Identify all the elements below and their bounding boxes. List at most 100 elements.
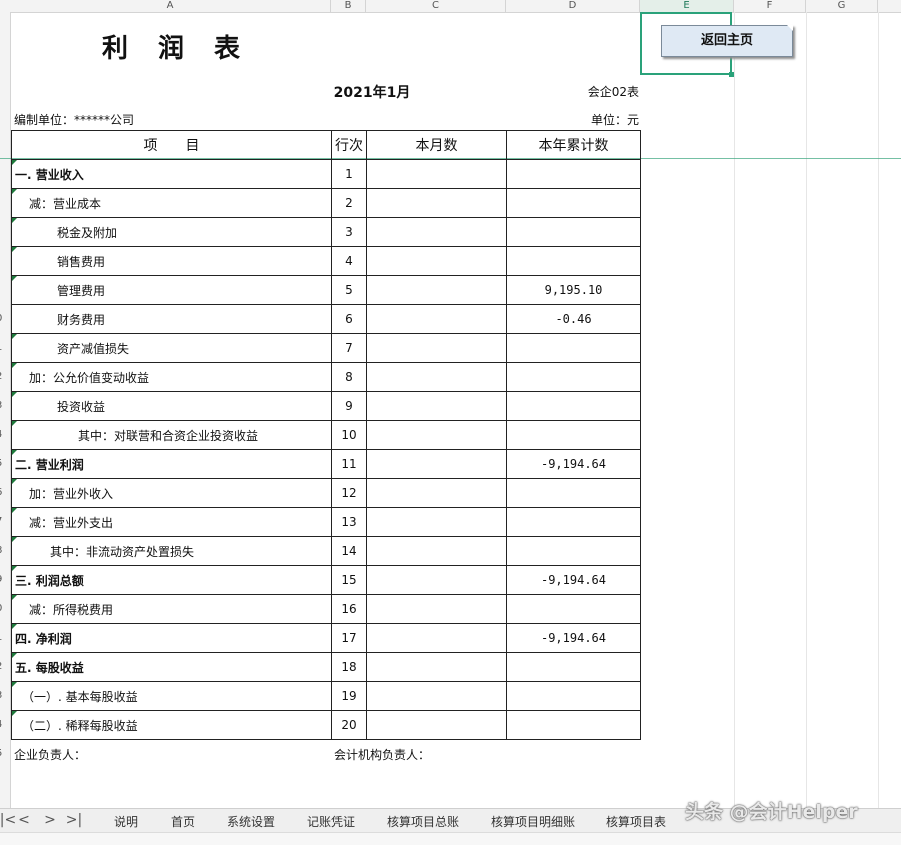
row-number[interactable]: 4 xyxy=(0,719,8,730)
row-number[interactable]: 3 xyxy=(0,690,8,701)
month-amount-cell[interactable] xyxy=(366,362,507,392)
item-cell[interactable]: 五. 每股收益 xyxy=(11,652,332,682)
line-cell[interactable]: 4 xyxy=(331,246,367,276)
month-amount-cell[interactable] xyxy=(366,159,507,189)
ytd-amount-cell[interactable] xyxy=(506,420,641,450)
ytd-amount-cell[interactable]: -9,194.64 xyxy=(506,565,641,595)
header-year-to-date[interactable]: 本年累计数 xyxy=(506,130,641,160)
line-cell[interactable]: 19 xyxy=(331,681,367,711)
month-amount-cell[interactable] xyxy=(366,391,507,421)
row-number[interactable]: 1 xyxy=(0,342,8,353)
ytd-amount-cell[interactable]: 9,195.10 xyxy=(506,275,641,305)
month-amount-cell[interactable] xyxy=(366,449,507,479)
item-cell[interactable]: 其中：非流动资产处置损失 xyxy=(11,536,332,566)
fill-handle[interactable] xyxy=(729,72,734,77)
next-sheet-arrow-icon[interactable]: > xyxy=(40,812,60,828)
row-number[interactable]: 5 xyxy=(0,458,8,469)
row-number[interactable]: 8 xyxy=(0,545,8,556)
ytd-amount-cell[interactable] xyxy=(506,188,641,218)
ytd-amount-cell[interactable] xyxy=(506,217,641,247)
item-cell[interactable]: 三. 利润总额 xyxy=(11,565,332,595)
item-cell[interactable]: 一. 营业收入 xyxy=(11,159,332,189)
month-amount-cell[interactable] xyxy=(366,275,507,305)
month-amount-cell[interactable] xyxy=(366,652,507,682)
item-cell[interactable]: 税金及附加 xyxy=(11,217,332,247)
line-cell[interactable]: 10 xyxy=(331,420,367,450)
line-cell[interactable]: 9 xyxy=(331,391,367,421)
last-sheet-arrow-icon[interactable]: >| xyxy=(64,812,84,828)
row-number[interactable]: 3 xyxy=(0,400,8,411)
sheet-tab-home[interactable]: 首页 xyxy=(171,813,195,830)
item-cell[interactable]: 资产减值损失 xyxy=(11,333,332,363)
month-amount-cell[interactable] xyxy=(366,304,507,334)
line-cell[interactable]: 11 xyxy=(331,449,367,479)
ytd-amount-cell[interactable] xyxy=(506,536,641,566)
row-number[interactable]: 2 xyxy=(0,661,8,672)
month-amount-cell[interactable] xyxy=(366,217,507,247)
item-cell[interactable]: 加：公允价值变动收益 xyxy=(11,362,332,392)
month-amount-cell[interactable] xyxy=(366,710,507,740)
month-amount-cell[interactable] xyxy=(366,565,507,595)
line-cell[interactable]: 16 xyxy=(331,594,367,624)
month-amount-cell[interactable] xyxy=(366,681,507,711)
sheet-tab-ledger[interactable]: 核算项目总账 xyxy=(387,813,459,830)
item-cell[interactable]: 管理费用 xyxy=(11,275,332,305)
item-cell[interactable]: 其中：对联营和合资企业投资收益 xyxy=(11,420,332,450)
header-current-month[interactable]: 本月数 xyxy=(366,130,507,160)
row-number[interactable]: 0 xyxy=(0,603,8,614)
column-header-e[interactable]: E xyxy=(640,0,734,12)
month-amount-cell[interactable] xyxy=(366,333,507,363)
item-cell[interactable]: 减：营业外支出 xyxy=(11,507,332,537)
row-number[interactable]: 7 xyxy=(0,516,8,527)
line-cell[interactable]: 13 xyxy=(331,507,367,537)
ytd-amount-cell[interactable] xyxy=(506,333,641,363)
item-cell[interactable]: 销售费用 xyxy=(11,246,332,276)
row-number[interactable]: 6 xyxy=(0,487,8,498)
ytd-amount-cell[interactable] xyxy=(506,594,641,624)
item-cell[interactable]: 二. 营业利润 xyxy=(11,449,332,479)
column-header-a[interactable]: A xyxy=(10,0,331,12)
line-cell[interactable]: 8 xyxy=(331,362,367,392)
item-cell[interactable]: 投资收益 xyxy=(11,391,332,421)
column-header-c[interactable]: C xyxy=(366,0,506,12)
ytd-amount-cell[interactable]: -0.46 xyxy=(506,304,641,334)
item-cell[interactable]: 加：营业外收入 xyxy=(11,478,332,508)
item-cell[interactable]: （一）. 基本每股收益 xyxy=(11,681,332,711)
ytd-amount-cell[interactable] xyxy=(506,391,641,421)
month-amount-cell[interactable] xyxy=(366,246,507,276)
month-amount-cell[interactable] xyxy=(366,536,507,566)
sheet-tab-explain[interactable]: 说明 xyxy=(114,813,138,830)
line-cell[interactable]: 14 xyxy=(331,536,367,566)
ytd-amount-cell[interactable] xyxy=(506,246,641,276)
line-cell[interactable]: 7 xyxy=(331,333,367,363)
line-cell[interactable]: 18 xyxy=(331,652,367,682)
line-cell[interactable]: 5 xyxy=(331,275,367,305)
column-header-g[interactable]: G xyxy=(806,0,878,12)
ytd-amount-cell[interactable] xyxy=(506,478,641,508)
column-header-f[interactable]: F xyxy=(734,0,806,12)
line-cell[interactable]: 15 xyxy=(331,565,367,595)
return-home-button[interactable]: 返回主页 xyxy=(661,25,793,57)
month-amount-cell[interactable] xyxy=(366,623,507,653)
item-cell[interactable]: 财务费用 xyxy=(11,304,332,334)
item-cell[interactable]: 四. 净利润 xyxy=(11,623,332,653)
ytd-amount-cell[interactable] xyxy=(506,652,641,682)
line-cell[interactable]: 3 xyxy=(331,217,367,247)
month-amount-cell[interactable] xyxy=(366,420,507,450)
ytd-amount-cell[interactable] xyxy=(506,362,641,392)
row-number[interactable]: 0 xyxy=(0,313,8,324)
month-amount-cell[interactable] xyxy=(366,507,507,537)
prev-sheet-arrow-icon[interactable]: < xyxy=(14,812,34,828)
item-cell[interactable]: （二）. 稀释每股收益 xyxy=(11,710,332,740)
row-number[interactable]: 5 xyxy=(0,748,8,759)
row-number[interactable]: 9 xyxy=(0,574,8,585)
line-cell[interactable]: 17 xyxy=(331,623,367,653)
header-item[interactable]: 项 目 xyxy=(11,130,332,160)
ytd-amount-cell[interactable] xyxy=(506,159,641,189)
row-number[interactable]: 2 xyxy=(0,371,8,382)
sheet-tab-vouchers[interactable]: 记账凭证 xyxy=(307,813,355,830)
ytd-amount-cell[interactable]: -9,194.64 xyxy=(506,449,641,479)
ytd-amount-cell[interactable] xyxy=(506,507,641,537)
ytd-amount-cell[interactable]: -9,194.64 xyxy=(506,623,641,653)
line-cell[interactable]: 2 xyxy=(331,188,367,218)
